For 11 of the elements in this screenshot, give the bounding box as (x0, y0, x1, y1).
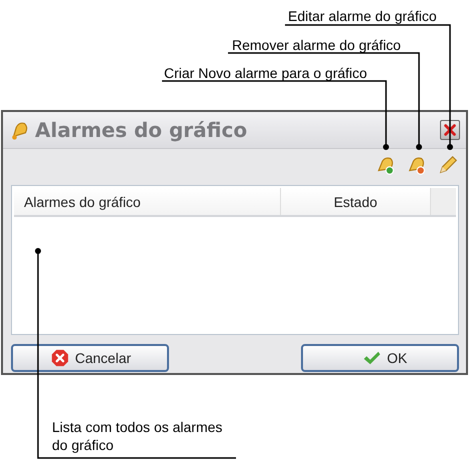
window-title: Alarmes do gráfico (35, 118, 248, 142)
cancel-icon (51, 349, 69, 367)
dialog-button[interactable]: OK (301, 344, 459, 372)
dialog-button[interactable]: Cancelar (11, 344, 169, 372)
check-icon (363, 349, 381, 367)
callout-label: Editar alarme do gráfico (288, 7, 437, 25)
close-button[interactable] (440, 120, 460, 140)
callout-label: Remover alarme do gráfico (232, 36, 401, 54)
callout-label: Lista com todos os alarmes do gráfico (52, 418, 224, 454)
callout-label: Criar Novo alarme para o gráfico (164, 64, 368, 82)
column-header[interactable]: Alarmes do gráfico (14, 188, 281, 215)
